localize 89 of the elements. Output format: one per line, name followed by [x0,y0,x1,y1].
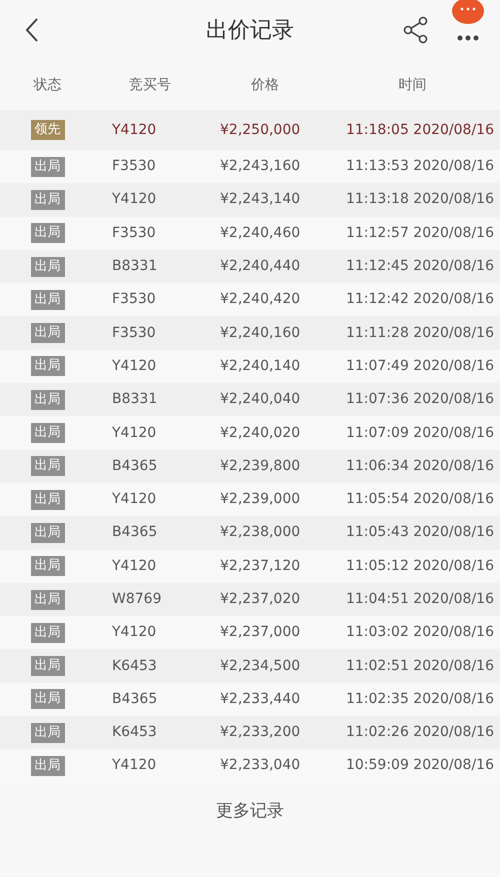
status-badge: 出局 [30,622,64,643]
bidder-number: Y4120 [111,623,158,642]
bid-time: 11:02:35 2020/08/16 [346,690,495,709]
bid-price: ¥2,240,420 [219,290,302,310]
bid-price: ¥2,243,140 [219,190,302,210]
bid-time: 11:05:54 2020/08/16 [346,490,495,510]
bid-price: ¥2,234,500 [219,656,302,676]
bid-price: ¥2,240,440 [219,257,302,276]
bidder-number: K6453 [111,656,158,676]
status-badge: 出局 [30,256,64,277]
bidder-number: F3530 [111,224,157,243]
bidder-number: K6453 [111,723,158,742]
bid-time: 11:13:18 2020/08/16 [346,190,495,210]
status-badge: 出局 [30,190,64,210]
bidder-number: W8769 [111,590,162,609]
column-header: 价格 [251,76,279,94]
status-badge: 出局 [30,656,64,676]
bid-time: 11:07:36 2020/08/16 [346,390,495,410]
share-icon [403,16,429,44]
status-badge: 出局 [30,223,64,244]
bid-price: ¥2,237,000 [219,623,302,642]
bid-time: 11:02:26 2020/08/16 [346,723,495,742]
bidder-number: Y4120 [111,424,158,443]
bid-price: ¥2,239,000 [219,490,302,510]
bid-price: ¥2,233,040 [219,756,302,776]
bidder-number: F3530 [111,290,157,310]
more-records-link[interactable]: 更多记录 [216,798,284,824]
bidder-number: Y4120 [111,190,158,210]
status-badge: 出局 [30,722,64,743]
status-badge: 出局 [30,323,64,344]
bidder-number: B4365 [111,690,158,709]
bidder-number: Y4120 [111,556,158,576]
bidder-number: B4365 [111,456,158,476]
status-badge: 领先 [30,120,64,140]
bid-time: 11:12:45 2020/08/16 [346,257,495,276]
status-badge: 出局 [30,423,64,444]
bid-time: 11:07:09 2020/08/16 [346,424,495,443]
bidder-number: B8331 [111,257,158,276]
bidder-number: Y4120 [111,756,158,776]
bid-price: ¥2,240,460 [219,224,302,243]
bid-price: ¥2,240,040 [219,390,302,410]
status-badge: 出局 [30,522,64,543]
back-icon [25,17,39,43]
bid-time: 11:05:43 2020/08/16 [346,523,495,542]
column-header: 时间 [398,76,426,94]
bidder-number: F3530 [111,324,157,343]
bid-time: 11:02:51 2020/08/16 [346,656,495,676]
status-badge: 出局 [30,356,64,376]
bid-price: ¥2,240,160 [219,324,302,343]
bid-time: 11:11:28 2020/08/16 [346,324,495,343]
bid-time: 11:12:42 2020/08/16 [346,290,495,310]
bid-price: ¥2,240,140 [219,356,302,376]
bid-time: 11:18:05 2020/08/16 [346,120,495,140]
bid-time: 10:59:09 2020/08/16 [346,756,495,776]
bid-price: ¥2,233,440 [219,690,302,709]
bidder-number: Y4120 [111,490,158,510]
bidder-number: Y4120 [111,120,158,140]
bid-price: ¥2,237,020 [219,590,302,609]
status-badge: 出局 [30,156,64,177]
bidder-number: B8331 [111,390,158,410]
bid-price: ¥2,238,000 [219,523,302,542]
bid-time: 11:05:12 2020/08/16 [346,556,495,576]
status-badge: 出局 [30,756,64,776]
bidder-number: F3530 [111,157,157,176]
status-badge: 出局 [30,689,64,710]
bid-price: ¥2,239,800 [219,456,302,476]
bidder-number: B4365 [111,523,158,542]
bid-price: ¥2,243,160 [219,157,302,176]
bid-price: ¥2,233,200 [219,723,302,742]
status-badge: 出局 [30,556,64,576]
status-badge: 出局 [30,390,64,410]
bid-time: 11:04:51 2020/08/16 [346,590,495,609]
bid-price: ¥2,240,020 [219,424,302,443]
bid-time: 11:06:34 2020/08/16 [346,456,495,476]
bid-time: 11:12:57 2020/08/16 [346,224,495,243]
status-badge: 出局 [30,290,64,310]
more-icon [457,35,479,41]
bidder-number: Y4120 [111,356,158,376]
status-badge: 出局 [30,456,64,476]
page-title: 出价记录 [206,16,294,44]
column-header: 竞买号 [129,76,171,94]
status-badge: 出局 [30,590,64,610]
bid-price: ¥2,250,000 [219,120,302,140]
bid-time: 11:13:53 2020/08/16 [346,157,495,176]
column-header: 状态 [34,76,62,94]
bid-price: ¥2,237,120 [219,556,302,576]
bid-time: 11:07:49 2020/08/16 [346,356,495,376]
status-badge: 出局 [30,490,64,510]
bid-time: 11:03:02 2020/08/16 [346,623,495,642]
